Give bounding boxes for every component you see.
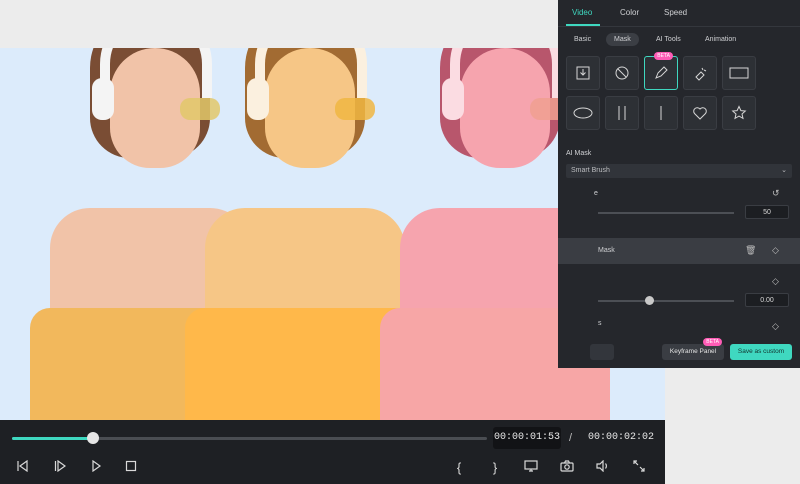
- save-as-custom-button[interactable]: Save as custom: [730, 344, 792, 360]
- snapshot-button[interactable]: [557, 458, 577, 478]
- smart-brush-select[interactable]: Smart Brush ⌄: [566, 164, 792, 178]
- keyframe-panel-button[interactable]: Keyframe Panel BETA: [662, 338, 724, 360]
- expand-icon: [633, 460, 645, 472]
- ai-brush-icon: [695, 67, 707, 81]
- mask-ellipse-tile[interactable]: [566, 96, 600, 130]
- setting-label-1: e: [594, 190, 598, 197]
- ellipse-icon: [573, 107, 593, 119]
- display-button[interactable]: [521, 458, 541, 478]
- mask-star-tile[interactable]: [722, 96, 756, 130]
- monitor-icon: [524, 460, 538, 472]
- total-time: 00:00:02:02: [588, 432, 655, 443]
- play-icon: [92, 459, 102, 473]
- pen-icon: [655, 66, 668, 79]
- subtab-mask[interactable]: Mask: [606, 33, 639, 46]
- setting-slider-1[interactable]: [598, 212, 734, 214]
- mask-single-line-tile[interactable]: [644, 96, 678, 130]
- panel-tabs: Video Color Speed: [558, 0, 800, 27]
- rectangle-icon: [729, 67, 749, 79]
- slider-thumb[interactable]: [645, 296, 654, 305]
- timeline-scrubber[interactable]: [12, 432, 487, 444]
- keyframe-diamond-icon[interactable]: ◇: [772, 245, 779, 256]
- keyframe-diamond-icon[interactable]: ◇: [772, 321, 779, 332]
- previous-frame-button[interactable]: [12, 458, 32, 478]
- import-icon: [576, 66, 590, 80]
- speaker-icon: [596, 459, 607, 473]
- no-mask-icon: [615, 66, 629, 80]
- star-icon: [731, 105, 747, 120]
- mask-rectangle-tile[interactable]: [722, 56, 756, 90]
- heart-icon: [693, 107, 707, 120]
- play-frame-button[interactable]: [50, 458, 70, 478]
- mask-row[interactable]: [558, 238, 800, 264]
- time-separator: /: [569, 432, 573, 444]
- timeline-progress: [12, 437, 93, 440]
- playback-bar: 00:00:01:53 / 00:00:02:02 { }: [0, 420, 665, 484]
- chevron-down-icon: ⌄: [781, 167, 787, 174]
- camera-icon: [560, 460, 574, 472]
- mask-heart-tile[interactable]: [683, 96, 717, 130]
- stop-button[interactable]: [121, 458, 141, 478]
- tab-color[interactable]: Color: [620, 8, 639, 17]
- setting-slider-2[interactable]: [598, 300, 734, 302]
- subtab-basic[interactable]: Basic: [574, 33, 591, 46]
- skip-back-icon: [17, 459, 28, 473]
- timeline-handle[interactable]: [86, 432, 99, 444]
- tab-video[interactable]: Video: [572, 8, 592, 17]
- double-line-icon: [618, 106, 626, 120]
- mark-out-button[interactable]: }: [485, 458, 505, 478]
- brace-open-icon: {: [456, 460, 462, 475]
- reset-button[interactable]: [590, 344, 614, 360]
- setting-value-2[interactable]: 0.00: [745, 293, 789, 307]
- current-time[interactable]: 00:00:01:53: [493, 427, 561, 449]
- mask-import-tile[interactable]: [566, 56, 600, 90]
- reset-icon[interactable]: ↺: [772, 188, 780, 199]
- active-tab-indicator: [566, 24, 600, 26]
- setting-value-1[interactable]: 50: [745, 205, 789, 219]
- smart-brush-value: Smart Brush: [571, 167, 610, 174]
- single-line-icon: [660, 106, 662, 120]
- keyframe-diamond-icon[interactable]: ◇: [772, 276, 779, 287]
- volume-button[interactable]: [593, 458, 613, 478]
- tab-speed[interactable]: Speed: [664, 8, 687, 17]
- subtab-animation[interactable]: Animation: [705, 33, 736, 46]
- keyframe-panel-label: Keyframe Panel: [669, 348, 717, 355]
- trash-icon[interactable]: 🗑: [745, 245, 756, 256]
- mask-double-line-tile[interactable]: [605, 96, 639, 130]
- brace-close-icon: }: [492, 460, 498, 475]
- subtab-ai-tools[interactable]: AI Tools: [656, 33, 681, 46]
- mask-row-label: Mask: [598, 247, 615, 254]
- play-button[interactable]: [86, 458, 106, 478]
- fullscreen-button[interactable]: [629, 458, 649, 478]
- mask-none-tile[interactable]: [605, 56, 639, 90]
- step-play-icon: [54, 459, 67, 473]
- mask-pen-tile[interactable]: BETA: [644, 52, 678, 90]
- beta-badge: BETA: [654, 52, 673, 60]
- mask-ai-brush-tile[interactable]: [683, 56, 717, 90]
- keyframe-beta-badge: BETA: [703, 338, 722, 346]
- mark-in-button[interactable]: {: [449, 458, 469, 478]
- stop-icon: [125, 460, 137, 472]
- ai-mask-label: AI Mask: [566, 150, 592, 157]
- setting-label-2: s: [598, 320, 602, 327]
